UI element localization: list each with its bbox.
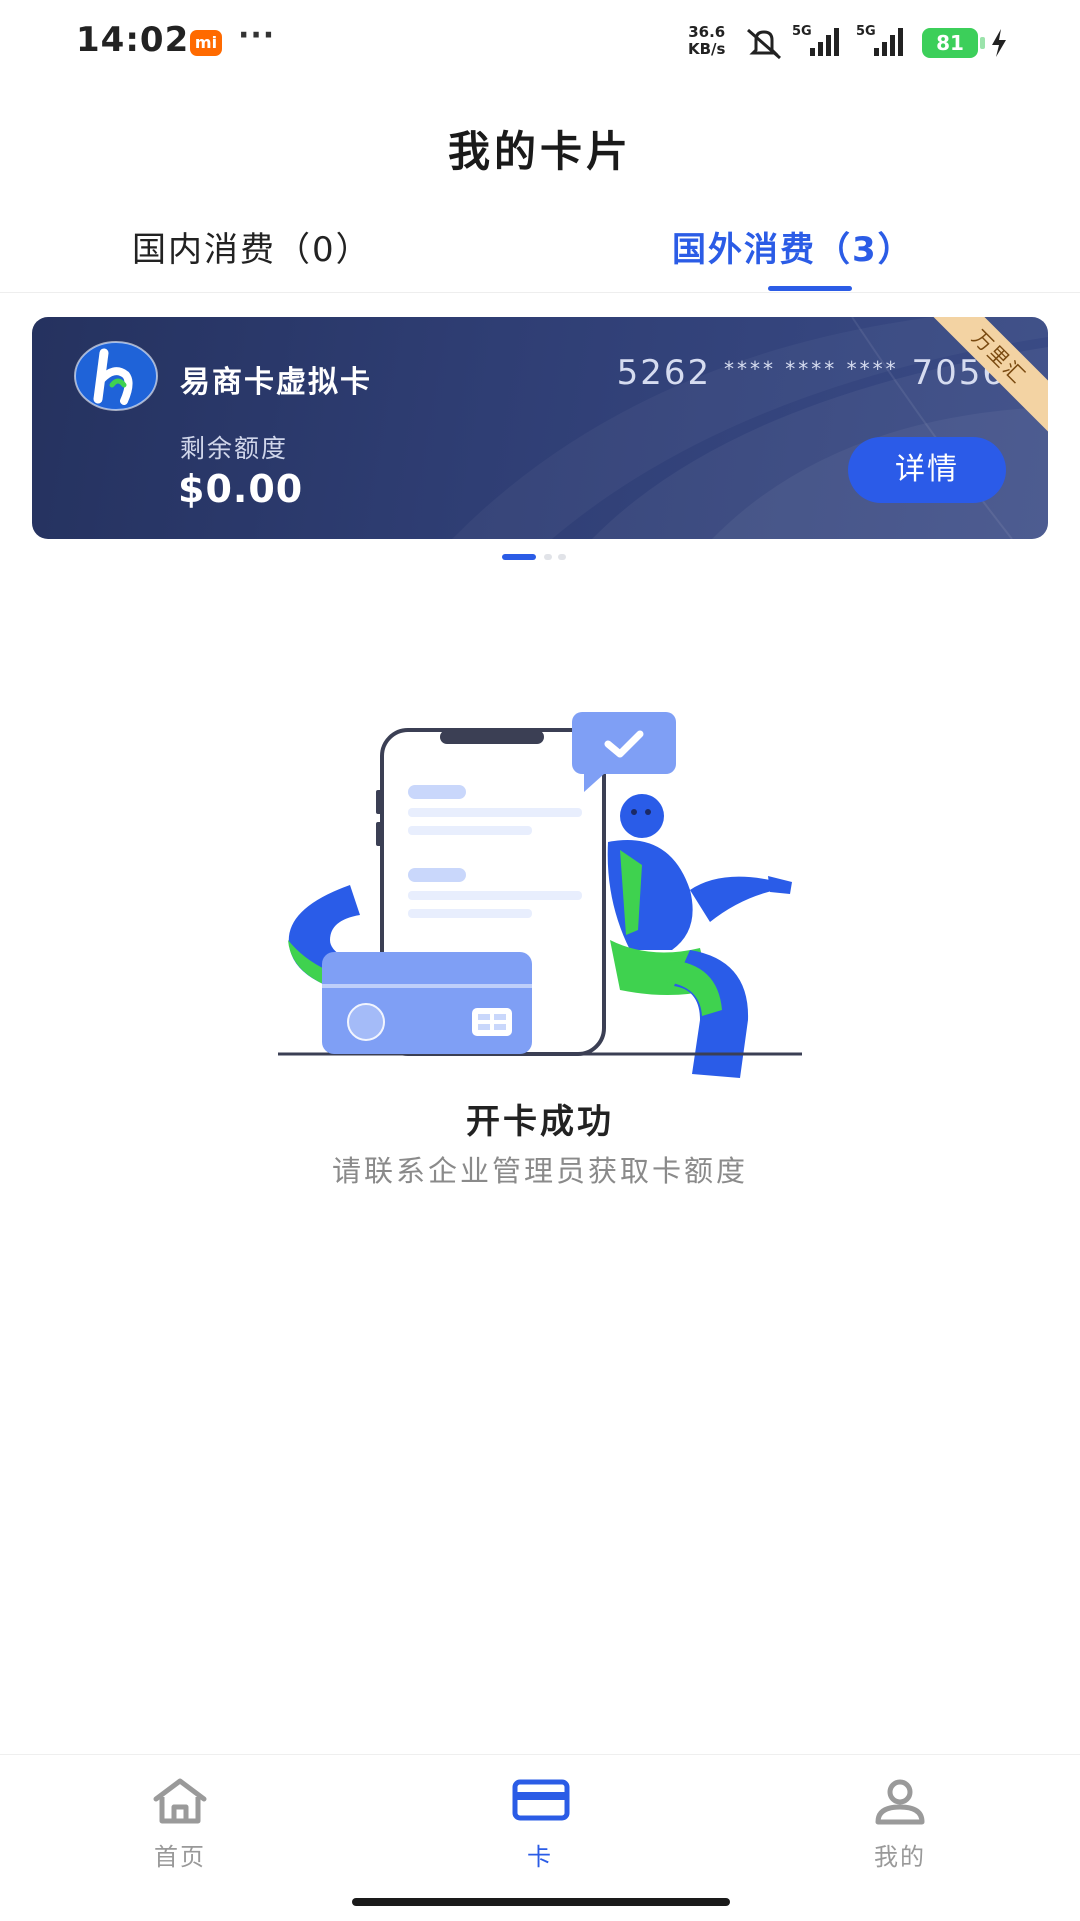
nav-label-home: 首页: [154, 1843, 206, 1871]
balance-value: $0.00: [178, 467, 304, 511]
balance-label: 剩余额度: [180, 434, 289, 463]
carousel-dot-active: [502, 554, 536, 560]
charging-icon: [992, 29, 1006, 57]
empty-state-subtitle: 请联系企业管理员获取卡额度: [331, 1154, 748, 1188]
card-name: 易商卡虚拟卡: [180, 365, 372, 400]
page-title: 我的卡片: [447, 127, 632, 176]
battery-icon: 81: [922, 28, 978, 58]
home-icon: [153, 1778, 207, 1824]
network-speed-value: 36.6: [688, 23, 726, 41]
carousel-dot: [558, 554, 566, 560]
detail-button[interactable]: 详情: [848, 437, 1006, 503]
nav-item-profile[interactable]: 我的: [800, 1755, 1000, 1875]
brand-logo-icon: [74, 341, 158, 411]
home-indicator[interactable]: [352, 1898, 730, 1906]
card-number: 5262 **** **** **** 7056: [617, 353, 1006, 393]
empty-state-title: 开卡成功: [466, 1102, 614, 1142]
signal-icon: 5G: [856, 22, 914, 62]
mute-icon: [747, 28, 781, 60]
tab-domestic[interactable]: 国内消费（0）: [132, 222, 372, 271]
tab-active-indicator: [768, 286, 852, 291]
tab-bar: 国内消费（0） 国外消费（3）: [0, 210, 1080, 293]
status-bar: 14:02 mi ··· 36.6 KB/s 5G 5G 81: [0, 0, 1080, 86]
battery-cap: [980, 37, 985, 49]
network-speed-unit: KB/s: [688, 40, 726, 58]
network-speed: 36.6 KB/s: [688, 24, 725, 58]
nav-item-card[interactable]: 卡: [440, 1755, 640, 1875]
carousel-dot: [544, 554, 552, 560]
card-number-prefix: 5262: [616, 353, 712, 393]
profile-icon: [875, 1779, 925, 1825]
status-time: 14:02: [76, 20, 190, 60]
tab-foreign[interactable]: 国外消费（3）: [672, 222, 914, 271]
card-opened-illustration: [278, 712, 802, 1078]
card-icon: [512, 1779, 570, 1821]
signal-label: 5G: [856, 24, 876, 39]
nav-label-profile: 我的: [874, 1843, 926, 1871]
virtual-card[interactable]: 易商卡虚拟卡 5262 **** **** **** 7056 剩余额度 $0.…: [32, 317, 1048, 539]
nav-item-home[interactable]: 首页: [80, 1755, 280, 1875]
bottom-navigation: 首页 卡 我的: [0, 1754, 1080, 1921]
signal-icon: 5G: [792, 22, 850, 62]
xiaomi-icon: mi: [190, 30, 222, 56]
card-number-mask: **** **** ****: [723, 357, 899, 381]
nav-label-card: 卡: [527, 1843, 553, 1871]
signal-label: 5G: [792, 24, 812, 39]
more-notifications-icon: ···: [238, 18, 276, 53]
